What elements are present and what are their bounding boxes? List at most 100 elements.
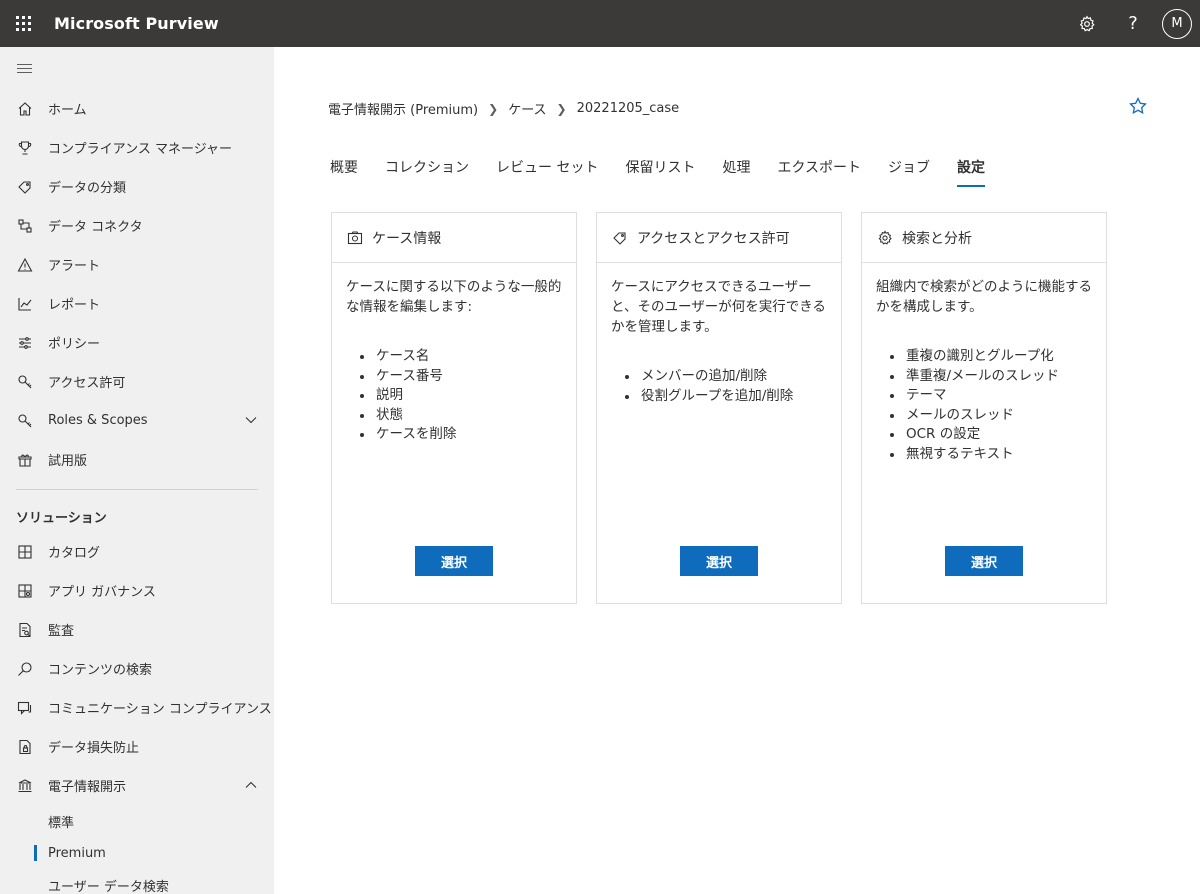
select-button[interactable]: 選択	[680, 546, 758, 576]
solutions-heading: ソリューション	[16, 510, 107, 526]
breadcrumb-current: 20221205_case	[576, 101, 680, 116]
sidebar-item-data-connectors[interactable]: データ コネクタ	[0, 206, 274, 245]
tab-holds[interactable]: 保留リスト	[625, 157, 695, 187]
sidebar-item-roles-scopes[interactable]: Roles & Scopes	[0, 401, 274, 440]
tag-icon	[611, 229, 629, 247]
sidebar-item-label: 電子情報開示	[48, 780, 127, 795]
list-item: ケースを削除	[360, 425, 576, 445]
app-launcher-button[interactable]	[0, 0, 46, 47]
audit-icon	[16, 621, 34, 639]
sidebar-item-label: アラート	[48, 259, 101, 274]
search-icon	[16, 660, 34, 678]
sidebar-item-trials[interactable]: 試用版	[0, 440, 274, 479]
list-item: 役割グループを追加/削除	[625, 387, 841, 407]
trial-icon	[16, 451, 34, 469]
card-description: ケースに関する以下のような一般的な情報を編集します:	[346, 279, 562, 315]
list-item: ケース番号	[360, 367, 576, 387]
sidebar-item-label: アクセス許可	[48, 376, 126, 391]
chevron-down-icon	[245, 417, 257, 424]
sidebar-item-data-classification[interactable]: データの分類	[0, 167, 274, 206]
tab-jobs[interactable]: ジョブ	[888, 157, 930, 187]
gear-icon	[1079, 14, 1095, 31]
help-button[interactable]: ?	[1110, 0, 1156, 47]
card-header: 検索と分析	[862, 213, 1106, 263]
sidebar-item-label: ポリシー	[48, 337, 101, 352]
sidebar-item-app-governance[interactable]: アプリ ガバナンス	[0, 571, 274, 610]
sidebar-subitem-user-data-search[interactable]: ユーザー データ検索	[0, 869, 274, 894]
card-feature-list: ケース名 ケース番号 説明 状態 ケースを削除	[332, 347, 576, 445]
select-button[interactable]: 選択	[415, 546, 493, 576]
sidebar-item-label: コミュニケーション コンプライアンス	[48, 702, 272, 717]
key-icon	[16, 412, 34, 430]
sidebar-item-reports[interactable]: レポート	[0, 284, 274, 323]
sidebar-subitem-standard[interactable]: 標準	[0, 805, 274, 837]
sliders-icon	[16, 334, 34, 352]
breadcrumb-item[interactable]: 電子情報開示 (Premium)	[328, 99, 478, 118]
connector-icon	[16, 217, 34, 235]
camera-icon	[346, 229, 364, 247]
sidebar-item-label: データの分類	[48, 181, 127, 196]
tab-bar: 概要 コレクション レビュー セット 保留リスト 処理 エクスポート ジョブ 設…	[330, 157, 1012, 187]
alert-icon	[16, 256, 34, 274]
favorite-star-icon[interactable]	[1128, 96, 1148, 116]
list-item: 準重複/メールのスレッド	[890, 367, 1106, 387]
sidebar-item-label: データ コネクタ	[48, 220, 143, 235]
app-governance-icon	[16, 582, 34, 600]
card-header: ケース情報	[332, 213, 576, 263]
ediscovery-icon	[16, 777, 34, 795]
collapse-nav-button[interactable]	[0, 47, 274, 89]
avatar[interactable]: M	[1162, 8, 1192, 39]
list-item: メールのスレッド	[890, 406, 1106, 426]
card-title: 検索と分析	[902, 230, 972, 247]
list-item: メンバーの追加/削除	[625, 367, 841, 387]
sidebar-subitem-premium[interactable]: Premium	[0, 837, 274, 869]
key-icon	[16, 373, 34, 391]
trophy-icon	[16, 139, 34, 157]
app-title[interactable]: Microsoft Purview	[54, 14, 219, 33]
tab-exports[interactable]: エクスポート	[777, 157, 861, 187]
sidebar-item-communication-compliance[interactable]: コミュニケーション コンプライアンス	[0, 688, 274, 727]
sidebar-item-label: 監査	[48, 624, 75, 639]
waffle-icon	[15, 16, 31, 31]
sidebar-item-label: 試用版	[48, 454, 88, 469]
tab-processing[interactable]: 処理	[722, 157, 750, 187]
tag-icon	[16, 178, 34, 196]
main-content: 電子情報開示 (Premium) ❯ ケース ❯ 20221205_case 概…	[274, 47, 1200, 894]
breadcrumb-item[interactable]: ケース	[508, 99, 546, 118]
settings-button[interactable]	[1064, 0, 1110, 47]
sidebar-item-policies[interactable]: ポリシー	[0, 323, 274, 362]
sidebar-item-ediscovery[interactable]: 電子情報開示	[0, 766, 274, 805]
sidebar-item-label: アプリ ガバナンス	[48, 585, 156, 600]
home-icon	[16, 100, 34, 118]
sidebar-item-alerts[interactable]: アラート	[0, 245, 274, 284]
list-item: ケース名	[360, 347, 576, 367]
sidebar-item-content-search[interactable]: コンテンツの検索	[0, 649, 274, 688]
tab-review-sets[interactable]: レビュー セット	[496, 157, 598, 187]
sidebar-item-data-loss-prevention[interactable]: データ損失防止	[0, 727, 274, 766]
card-feature-list: メンバーの追加/削除 役割グループを追加/削除	[597, 367, 841, 406]
tab-settings[interactable]: 設定	[957, 157, 986, 187]
case-information-card: ケース情報 ケースに関する以下のような一般的な情報を編集します: ケース名 ケー…	[331, 212, 577, 604]
access-permissions-card: アクセスとアクセス許可 ケースにアクセスできるユーザーと、そのユーザーが何を実行…	[596, 212, 842, 604]
sidebar-item-compliance-manager[interactable]: コンプライアンス マネージャー	[0, 128, 274, 167]
sidebar-item-catalog[interactable]: カタログ	[0, 532, 274, 571]
card-description: 組織内で検索がどのように機能するかを構成します。	[876, 279, 1092, 315]
sidebar-item-label: データ損失防止	[48, 741, 140, 756]
list-item: 無視するテキスト	[890, 445, 1106, 465]
tab-overview[interactable]: 概要	[330, 157, 358, 187]
sidebar-item-home[interactable]: ホーム	[0, 89, 274, 128]
catalog-icon	[16, 543, 34, 561]
select-button[interactable]: 選択	[945, 546, 1023, 576]
sidebar-item-permissions[interactable]: アクセス許可	[0, 362, 274, 401]
sidebar-item-audit[interactable]: 監査	[0, 610, 274, 649]
sidebar-item-label: コンプライアンス マネージャー	[48, 142, 233, 157]
sidebar-item-label: ホーム	[48, 103, 87, 118]
chevron-right-icon: ❯	[556, 101, 567, 116]
chart-icon	[16, 295, 34, 313]
sidebar-item-label: コンテンツの検索	[48, 663, 153, 678]
card-description: ケースにアクセスできるユーザーと、そのユーザーが何を実行できるかを管理します。	[611, 279, 826, 335]
card-title: ケース情報	[372, 230, 442, 247]
hamburger-icon	[17, 63, 32, 73]
divider	[16, 489, 258, 490]
tab-collections[interactable]: コレクション	[385, 157, 469, 187]
